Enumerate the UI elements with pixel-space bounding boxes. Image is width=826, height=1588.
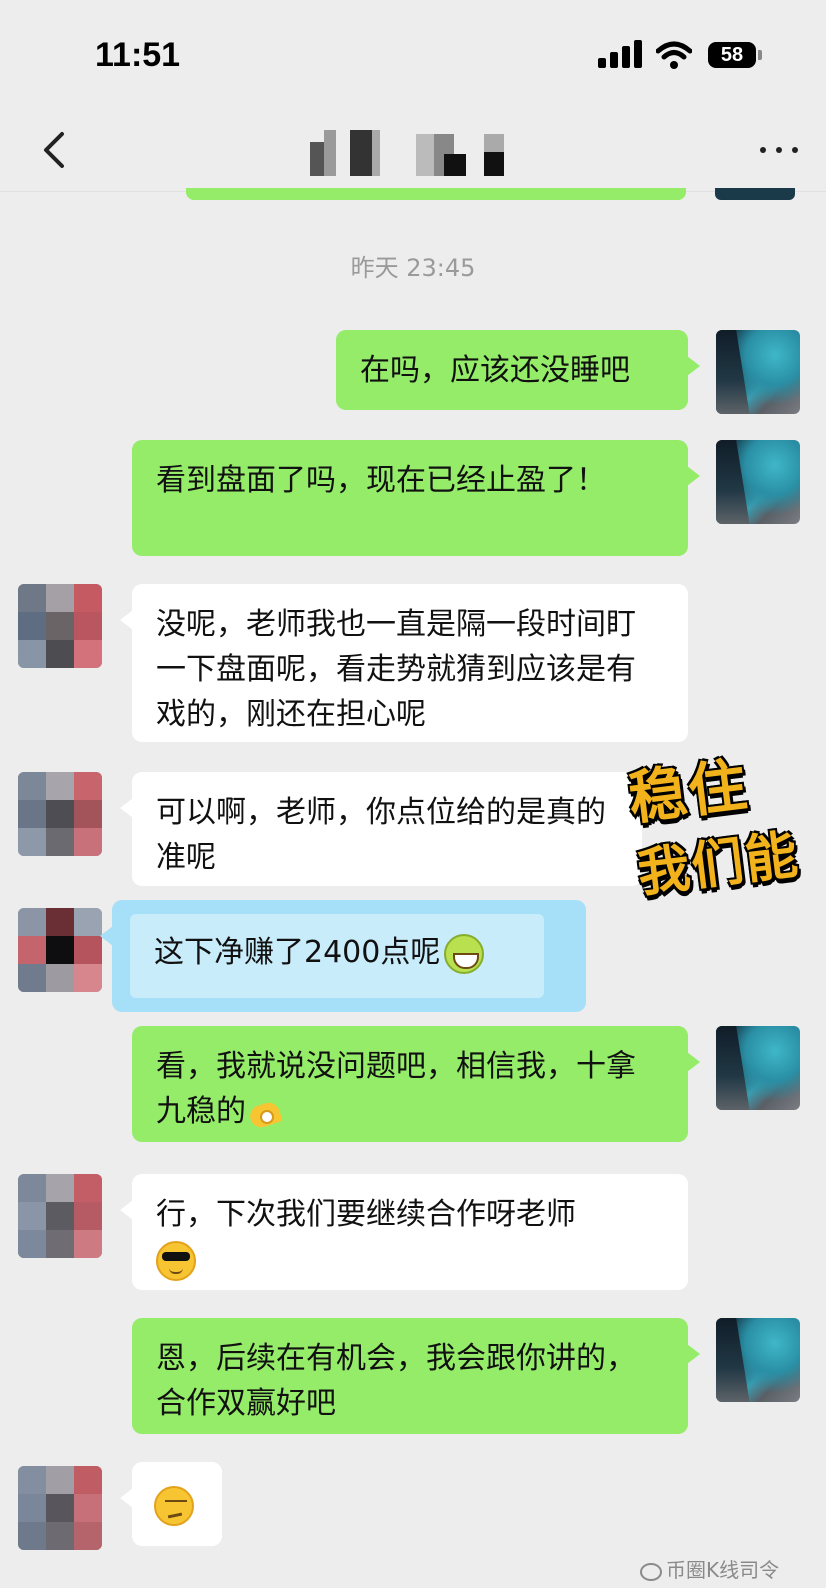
- smirk-emoji: [154, 1485, 194, 1526]
- self-avatar[interactable]: [716, 1026, 800, 1110]
- sunglasses-emoji: [156, 1240, 196, 1281]
- message-text: 这下净赚了2400点呢: [154, 933, 485, 974]
- contact-avatar[interactable]: [18, 1466, 102, 1550]
- sticker-overlay: 稳住 我们能: [620, 701, 826, 935]
- status-time: 11:51: [95, 36, 181, 74]
- message-bubble-sent[interactable]: 看到盘面了吗，现在已经止盈了！: [132, 440, 700, 556]
- ok-hand-emoji: [246, 1096, 286, 1130]
- message-text: 在吗，应该还没睡吧: [360, 353, 630, 388]
- message-text: 可以啊，老师，你点位给的是真的准呢: [156, 795, 606, 875]
- contact-avatar[interactable]: [18, 1174, 102, 1258]
- message-text: 没呢，老师我也一直是隔一段时间盯一下盘面呢，看走势就猜到应该是有戏的，刚还在担心…: [156, 607, 636, 732]
- battery-tip: [758, 50, 762, 60]
- message-bubble-sent[interactable]: 在吗，应该还没睡吧: [336, 330, 700, 410]
- message-bubble-sent[interactable]: 看，我就说没问题吧，相信我，十拿九稳的: [132, 1026, 700, 1142]
- weibo-icon: [640, 1562, 662, 1581]
- wifi-icon: [656, 41, 692, 69]
- chevron-left-icon[interactable]: [36, 128, 76, 172]
- grin-emoji: [444, 933, 485, 974]
- chat-header: [0, 110, 826, 192]
- status-bar: 11:51 58: [0, 0, 826, 110]
- message-text: 恩，后续在有机会，我会跟你讲的，合作双赢好吧: [156, 1341, 636, 1421]
- battery-icon: 58: [708, 42, 756, 68]
- message-text: 看到盘面了吗，现在已经止盈了！: [156, 463, 606, 498]
- signal-icon: [598, 40, 644, 70]
- previous-message-edge: [186, 188, 686, 200]
- previous-avatar-edge: [715, 188, 795, 200]
- contact-avatar[interactable]: [18, 908, 102, 992]
- self-avatar[interactable]: [716, 330, 800, 414]
- contact-avatar[interactable]: [18, 584, 102, 668]
- self-avatar[interactable]: [716, 440, 800, 524]
- message-bubble-received[interactable]: 行，下次我们要继续合作呀老师: [120, 1174, 688, 1290]
- contact-avatar[interactable]: [18, 772, 102, 856]
- message-bubble-sent[interactable]: 恩，后续在有机会，我会跟你讲的，合作双赢好吧: [132, 1318, 700, 1434]
- message-bubble-received[interactable]: 没呢，老师我也一直是隔一段时间盯一下盘面呢，看走势就猜到应该是有戏的，刚还在担心…: [120, 584, 688, 742]
- message-bubble-received-highlight[interactable]: 这下净赚了2400点呢: [100, 900, 586, 1012]
- message-text: 看，我就说没问题吧，相信我，十拿九稳的: [156, 1049, 636, 1129]
- watermark-text: 币圈K线司令: [666, 1558, 780, 1582]
- message-timestamp: 昨天 23:45: [350, 254, 476, 282]
- self-avatar[interactable]: [716, 1318, 800, 1402]
- more-dots-icon[interactable]: [760, 142, 800, 158]
- contact-name-redacted: [310, 124, 520, 180]
- message-bubble-received[interactable]: [120, 1462, 222, 1546]
- watermark: 币圈K线司令: [640, 1554, 826, 1584]
- message-text: 行，下次我们要继续合作呀老师: [156, 1197, 576, 1281]
- message-bubble-received[interactable]: 可以啊，老师，你点位给的是真的准呢: [120, 772, 642, 886]
